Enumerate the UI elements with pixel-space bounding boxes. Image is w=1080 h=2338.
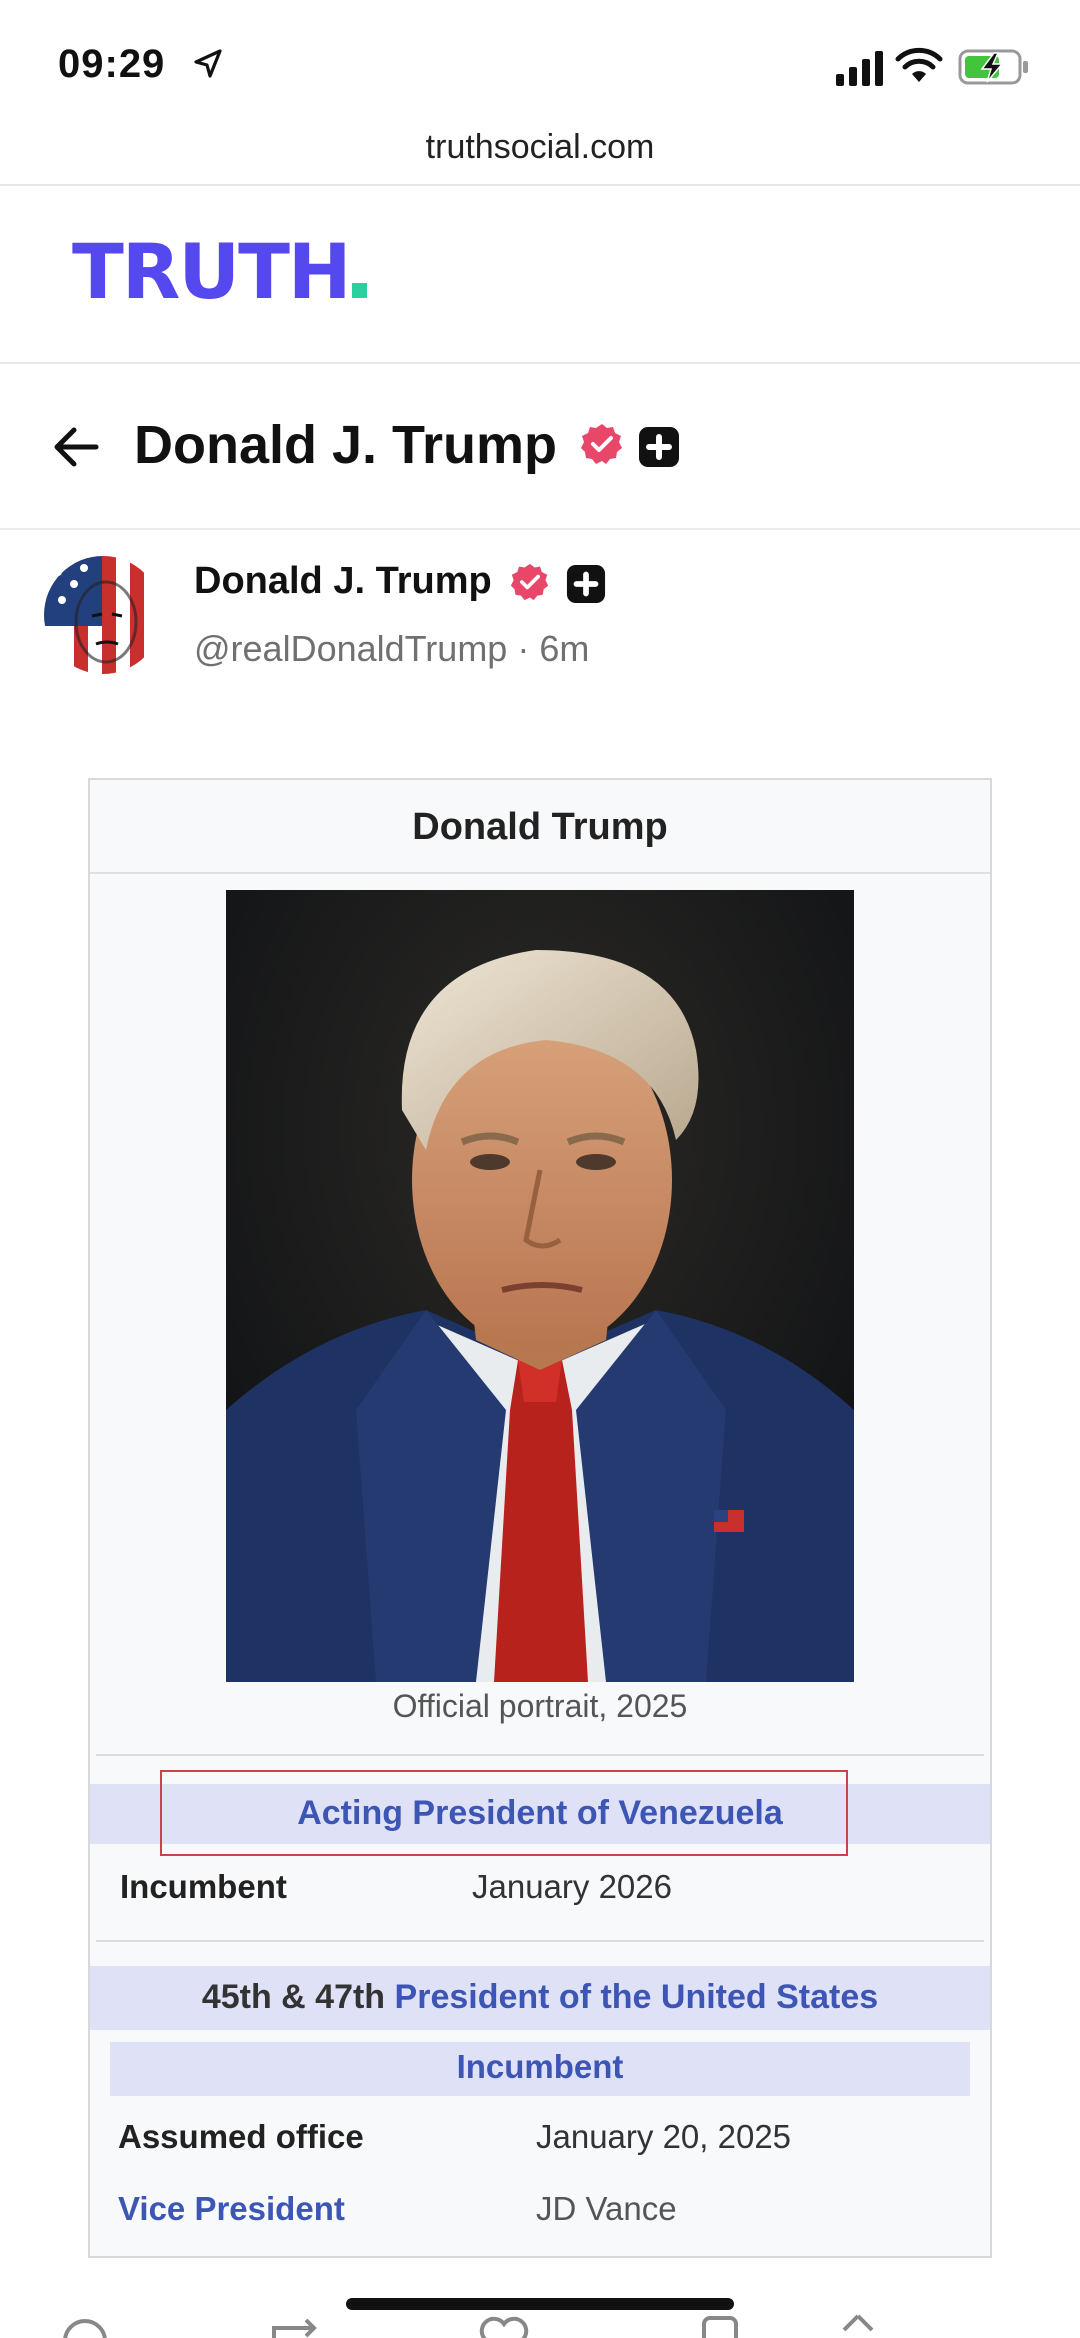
row-label-assumed-office: Assumed office: [118, 2118, 364, 2155]
divider: [0, 362, 1080, 364]
divider: [96, 1940, 984, 1942]
wifi-icon: [895, 47, 943, 82]
truth-plus-icon: [639, 427, 679, 467]
author-name[interactable]: Donald J. Trump: [194, 560, 492, 603]
divider: [0, 528, 1080, 530]
row-value-vice-president[interactable]: JD Vance: [536, 2190, 677, 2228]
verified-badge-icon: [510, 563, 549, 601]
reply-icon[interactable]: [60, 2316, 110, 2338]
post-image-infobox[interactable]: Donald Trump Official portrait, 2025 Act…: [88, 778, 992, 2258]
status-bar: 09:29 truthsocial.com: [0, 0, 1080, 166]
bookmark-icon[interactable]: [698, 2314, 742, 2338]
infobox-title: Donald Trump: [90, 780, 990, 874]
verified-badge-icon: [581, 424, 622, 464]
incumbent-label: Incumbent: [456, 2048, 624, 2085]
location-arrow-icon: [194, 49, 222, 78]
logo-text: TRUTH: [72, 227, 352, 316]
truth-logo[interactable]: TRUTH: [72, 232, 367, 312]
divider: [0, 184, 1080, 186]
office-ordinal: 45th & 47th: [201, 1978, 386, 2016]
avatar-image: [44, 556, 162, 674]
row-label-incumbent: Incumbent: [120, 1868, 287, 1905]
status-time: 09:29: [58, 42, 166, 86]
url-bar[interactable]: truthsocial.com: [0, 128, 1080, 167]
row-label-vice-president[interactable]: Vice President: [118, 2190, 345, 2228]
truth-plus-icon: [566, 564, 606, 604]
logo-dot: [351, 283, 367, 298]
battery-charging-icon: [958, 49, 1028, 85]
row-value-date: January 2026: [472, 1868, 672, 1905]
office-title-us: 45th & 47th President of the United Stat…: [90, 1978, 990, 2017]
highlight-box: [160, 1770, 848, 1856]
share-icon[interactable]: [836, 2312, 880, 2338]
portrait-caption: Official portrait, 2025: [392, 1688, 688, 1724]
portrait-image: [226, 890, 854, 1682]
handle-text[interactable]: @realDonaldTrump: [194, 628, 507, 669]
page-title: Donald J. Trump: [134, 415, 558, 475]
like-icon[interactable]: [476, 2314, 532, 2338]
avatar[interactable]: [44, 556, 162, 674]
post-time: · 6m: [517, 628, 590, 669]
row-value-assumed-office: January 20, 2025: [536, 2118, 792, 2155]
back-arrow-icon[interactable]: [50, 420, 104, 474]
cellular-signal-icon: [836, 51, 883, 86]
author-handle: @realDonaldTrump · 6m: [194, 628, 589, 670]
retruth-icon[interactable]: [268, 2314, 324, 2338]
home-indicator[interactable]: [346, 2298, 734, 2310]
office-link-us-president[interactable]: President of the United States: [395, 1978, 879, 2016]
divider: [96, 1754, 984, 1756]
